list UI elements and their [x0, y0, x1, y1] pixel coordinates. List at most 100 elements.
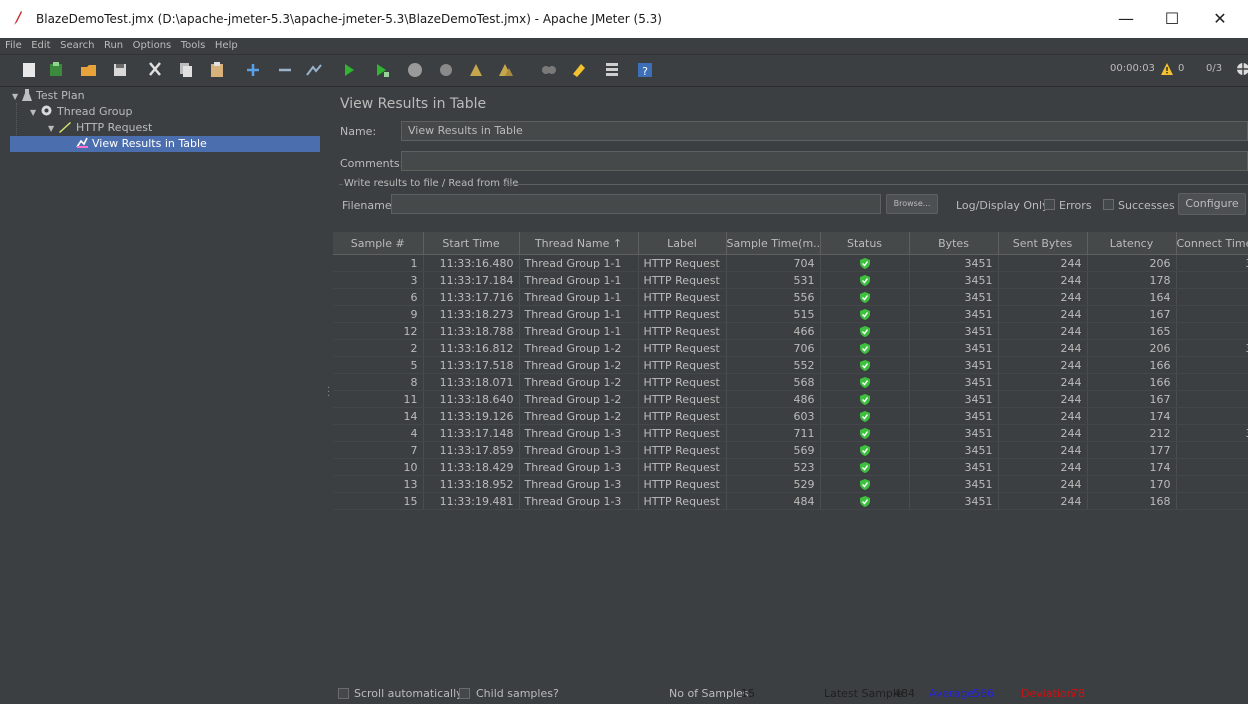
start-no-pauses-icon[interactable]	[373, 61, 391, 79]
expand-arrow-icon[interactable]: ▼	[48, 121, 58, 137]
remote-globe-icon[interactable]	[1235, 61, 1248, 77]
cell-sample-number: 15	[333, 492, 424, 510]
successes-checkbox[interactable]	[1103, 199, 1114, 210]
menu-run[interactable]: Run	[101, 38, 126, 54]
col-header-status[interactable]: Status	[820, 232, 910, 255]
menu-tools[interactable]: Tools	[178, 38, 209, 54]
table-body: 1 11:33:16.480 Thread Group 1-1 HTTP Reques…	[333, 254, 1248, 510]
minimize-button[interactable]: —	[1106, 8, 1146, 30]
col-header-thread-name[interactable]: Thread Name ↑	[519, 232, 639, 255]
table-row[interactable]: 5 11:33:17.518 Thread Group 1-2 HTTP Reques…	[333, 356, 1248, 374]
table-row[interactable]: 7 11:33:17.859 Thread Group 1-3 HTTP Reques…	[333, 441, 1248, 459]
cell-thread-name: Thread Group 1-3	[519, 475, 639, 493]
col-header-sample-number[interactable]: Sample #	[333, 232, 424, 255]
menu-edit[interactable]: Edit	[28, 38, 53, 54]
tree-node-thread-group[interactable]: ▼ Thread Group	[30, 104, 132, 120]
tree-node-http-request[interactable]: ▼ HTTP Request	[48, 120, 152, 136]
templates-icon[interactable]	[47, 61, 65, 79]
search-icon[interactable]	[540, 61, 558, 79]
success-shield-icon	[859, 394, 870, 405]
save-icon[interactable]	[111, 61, 129, 79]
table-row[interactable]: 10 11:33:18.429 Thread Group 1-3 HTTP Reque…	[333, 458, 1248, 476]
cell-sent-bytes: 244	[998, 373, 1088, 391]
col-header-label[interactable]: Label	[638, 232, 727, 255]
expand-arrow-icon[interactable]: ▼	[30, 105, 40, 121]
table-row[interactable]: 2 11:33:16.812 Thread Group 1-2 HTTP Reques…	[333, 339, 1248, 357]
filename-input[interactable]	[391, 194, 881, 214]
scroll-automatically-checkbox[interactable]	[338, 688, 349, 699]
name-input[interactable]: View Results in Table	[401, 121, 1248, 141]
open-icon[interactable]	[80, 61, 98, 79]
view-results-panel: View Results in Table Name: View Results…	[331, 87, 1248, 704]
comments-input[interactable]	[401, 151, 1248, 171]
menu-file[interactable]: File	[2, 38, 25, 54]
comments-label: Comments:	[340, 157, 404, 170]
cell-status	[820, 475, 910, 493]
copy-icon[interactable]	[177, 61, 195, 79]
col-header-sent-bytes[interactable]: Sent Bytes	[998, 232, 1088, 255]
configure-button[interactable]: Configure	[1178, 193, 1246, 215]
menu-options[interactable]: Options	[130, 38, 175, 54]
cell-sample-time: 569	[726, 441, 821, 459]
menu-search[interactable]: Search	[57, 38, 97, 54]
table-row[interactable]: 3 11:33:17.184 Thread Group 1-1 HTTP Reques…	[333, 271, 1248, 289]
paste-icon[interactable]	[208, 61, 226, 79]
table-row[interactable]: 1 11:33:16.480 Thread Group 1-1 HTTP Reques…	[333, 254, 1248, 272]
cell-latency: 166	[1087, 356, 1177, 374]
child-samples-checkbox[interactable]	[459, 688, 470, 699]
close-button[interactable]: ✕	[1200, 8, 1240, 30]
table-row[interactable]: 8 11:33:18.071 Thread Group 1-2 HTTP Reques…	[333, 373, 1248, 391]
cell-start-time: 11:33:18.640	[423, 390, 520, 408]
reset-search-icon[interactable]	[570, 61, 588, 79]
cell-thread-name: Thread Group 1-2	[519, 356, 639, 374]
tree-node-test-plan[interactable]: ▼ Test Plan	[12, 88, 85, 104]
function-helper-icon[interactable]	[603, 61, 621, 79]
cell-label: HTTP Request	[638, 492, 727, 510]
cell-label: HTTP Request	[638, 458, 727, 476]
cell-bytes: 3451	[909, 254, 999, 272]
col-header-connect-time[interactable]: Connect Time(...	[1176, 232, 1248, 255]
cell-latency: 168	[1087, 492, 1177, 510]
tree-node-view-results-in-table[interactable]: View Results in Table	[10, 136, 320, 152]
collapse-all-icon[interactable]	[276, 61, 294, 79]
help-icon[interactable]: ?	[636, 61, 654, 79]
cut-icon[interactable]	[146, 61, 164, 79]
clear-icon[interactable]	[467, 61, 485, 79]
cell-status	[820, 288, 910, 306]
col-header-latency[interactable]: Latency	[1087, 232, 1177, 255]
warning-icon[interactable]	[1160, 62, 1174, 76]
cell-thread-name: Thread Group 1-3	[519, 441, 639, 459]
menu-help[interactable]: Help	[212, 38, 241, 54]
cell-start-time: 11:33:18.273	[423, 305, 520, 323]
table-row[interactable]: 4 11:33:17.148 Thread Group 1-3 HTTP Reques…	[333, 424, 1248, 442]
table-row[interactable]: 14 11:33:19.126 Thread Group 1-2 HTTP Reque…	[333, 407, 1248, 425]
table-row[interactable]: 15 11:33:19.481 Thread Group 1-3 HTTP Reque…	[333, 492, 1248, 510]
cell-bytes: 3451	[909, 492, 999, 510]
shutdown-icon[interactable]	[437, 61, 455, 79]
start-icon[interactable]	[340, 61, 358, 79]
cell-sent-bytes: 244	[998, 475, 1088, 493]
maximize-button[interactable]: ☐	[1152, 8, 1192, 30]
new-icon[interactable]	[20, 61, 38, 79]
table-row[interactable]: 13 11:33:18.952 Thread Group 1-3 HTTP Reque…	[333, 475, 1248, 493]
browse-button[interactable]: Browse...	[886, 194, 938, 214]
col-header-start-time[interactable]: Start Time	[423, 232, 520, 255]
errors-checkbox[interactable]	[1044, 199, 1055, 210]
col-header-bytes[interactable]: Bytes	[909, 232, 999, 255]
table-row[interactable]: 6 11:33:17.716 Thread Group 1-1 HTTP Reques…	[333, 288, 1248, 306]
cell-sent-bytes: 244	[998, 424, 1088, 442]
success-shield-icon	[859, 462, 870, 473]
expand-all-icon[interactable]	[244, 61, 262, 79]
latest-sample-label: Latest Sample	[824, 687, 903, 700]
table-row[interactable]: 9 11:33:18.273 Thread Group 1-1 HTTP Reques…	[333, 305, 1248, 323]
cell-thread-name: Thread Group 1-1	[519, 288, 639, 306]
table-row[interactable]: 11 11:33:18.640 Thread Group 1-2 HTTP Reque…	[333, 390, 1248, 408]
col-header-sample-time[interactable]: Sample Time(m...	[726, 232, 821, 255]
expand-arrow-icon[interactable]: ▼	[12, 89, 22, 105]
clear-all-icon[interactable]	[497, 61, 515, 79]
stop-icon[interactable]	[406, 61, 424, 79]
toggle-icon[interactable]	[305, 61, 323, 79]
table-row[interactable]: 12 11:33:18.788 Thread Group 1-1 HTTP Reque…	[333, 322, 1248, 340]
cell-connect-time	[1176, 475, 1248, 493]
latest-sample-value: 484	[894, 687, 915, 700]
